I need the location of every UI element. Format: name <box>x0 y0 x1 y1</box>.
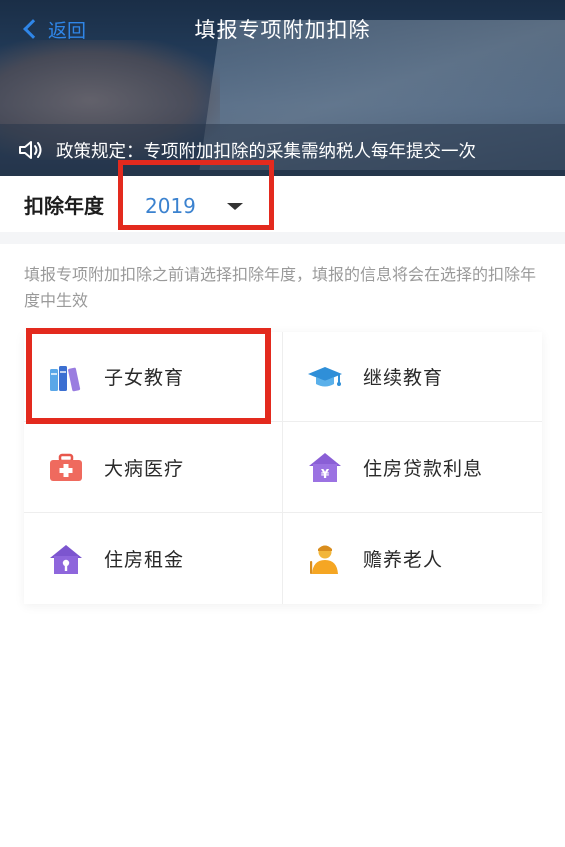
page-title: 填报专项附加扣除 <box>194 18 371 42</box>
category-label: 住房贷款利息 <box>363 457 484 480</box>
category-serious-illness-medical[interactable]: 大病医疗 <box>24 422 283 513</box>
category-children-education[interactable]: 子女教育 <box>24 332 283 422</box>
caret-down-icon <box>227 203 243 210</box>
notice-text: 政策规定：专项附加扣除的采集需纳税人每年提交一次 <box>56 141 476 162</box>
elderly-person-icon <box>310 545 338 574</box>
header-banner: 返回 填报专项附加扣除 政策规定：专项附加扣除的采集需纳税人每年提交一次 <box>0 0 565 176</box>
deduction-year-label: 扣除年度 <box>24 193 104 218</box>
category-label: 继续教育 <box>363 367 444 389</box>
books-icon <box>50 365 81 391</box>
house-loan-icon: ¥ <box>309 453 341 482</box>
medical-kit-icon <box>50 453 82 481</box>
category-label: 赡养老人 <box>363 549 444 571</box>
category-label: 子女教育 <box>104 367 185 389</box>
policy-notice: 政策规定：专项附加扣除的采集需纳税人每年提交一次 <box>0 124 565 176</box>
section-divider <box>0 232 565 244</box>
back-label: 返回 <box>48 19 87 42</box>
year-value: 2019 <box>145 194 196 218</box>
graduation-cap-icon <box>308 366 342 386</box>
year-select[interactable]: 2019 <box>128 186 268 226</box>
speaker-icon <box>19 141 42 159</box>
nav-bar: 返回 填报专项附加扣除 <box>0 0 565 58</box>
category-elderly-support[interactable]: 赡养老人 <box>283 513 542 604</box>
category-label: 大病医疗 <box>104 457 185 480</box>
category-housing-loan-interest[interactable]: ¥ 住房贷款利息 <box>283 422 542 513</box>
deduction-year-row: 扣除年度 2019 <box>0 176 565 232</box>
house-rent-icon <box>50 544 82 574</box>
category-housing-rent[interactable]: 住房租金 <box>24 513 283 604</box>
category-continuing-education[interactable]: 继续教育 <box>283 332 542 422</box>
svg-text:¥: ¥ <box>321 467 330 481</box>
deduction-category-grid: 子女教育 继续教育 大病医疗 ¥ 住房贷款利息 住房租金 赡养老人 <box>24 332 542 604</box>
category-label: 住房租金 <box>104 549 185 571</box>
chevron-left-icon <box>23 19 43 39</box>
back-button[interactable]: 返回 <box>20 14 86 44</box>
hint-text: 填报专项附加扣除之前请选择扣除年度，填报的信息将会在选择的扣除年度中生效 <box>24 265 537 310</box>
